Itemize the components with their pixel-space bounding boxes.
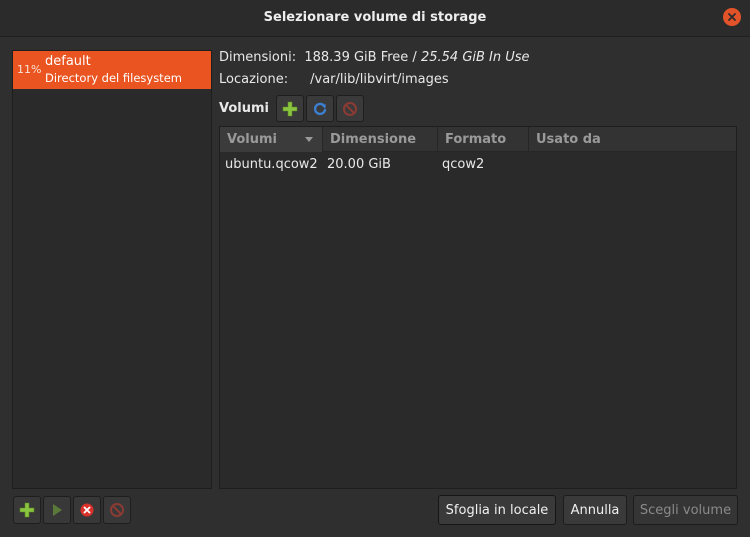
cancel-button[interactable]: Annulla xyxy=(563,495,627,525)
browse-local-button[interactable]: Sfoglia in locale xyxy=(438,495,556,525)
column-header-volumi[interactable]: Volumi xyxy=(220,127,323,152)
location-row: Locazione: /var/lib/libvirt/images xyxy=(219,72,449,87)
volume-size: 20.00 GiB xyxy=(327,157,391,172)
size-label: Dimensioni: xyxy=(219,50,297,65)
volume-table[interactable]: Volumi Dimensione Formato Usato da ubunt… xyxy=(219,126,737,489)
volume-format: qcow2 xyxy=(442,157,485,172)
add-pool-button[interactable] xyxy=(13,496,41,524)
close-button[interactable] xyxy=(723,8,741,26)
column-header-dimensione[interactable]: Dimensione xyxy=(323,127,438,152)
pool-list[interactable]: 11% default Directory del filesystem xyxy=(12,50,212,489)
pool-name: default xyxy=(45,54,91,69)
delete-pool-button[interactable] xyxy=(103,496,131,524)
stop-icon xyxy=(343,101,357,116)
column-header-formato[interactable]: Formato xyxy=(438,127,529,152)
volume-name: ubuntu.qcow2 xyxy=(225,157,318,172)
window-title: Selezionare volume di storage xyxy=(263,10,487,25)
title-bar: Selezionare volume di storage xyxy=(0,0,750,37)
pool-type: Directory del filesystem xyxy=(45,71,182,85)
start-pool-button[interactable] xyxy=(43,496,71,524)
pool-item-default[interactable]: 11% default Directory del filesystem xyxy=(13,51,211,89)
location-path: /var/lib/libvirt/images xyxy=(310,72,449,87)
volumes-heading: Volumi xyxy=(219,101,269,116)
pool-usage-percent: 11% xyxy=(17,63,42,76)
refresh-icon xyxy=(313,102,327,115)
sort-descending-icon xyxy=(305,137,313,142)
table-header: Volumi Dimensione Formato Usato da xyxy=(220,127,736,152)
play-icon xyxy=(53,504,62,516)
close-icon xyxy=(728,13,736,21)
location-label: Locazione: xyxy=(219,72,289,87)
choose-volume-button[interactable]: Scegli volume xyxy=(633,495,738,525)
plus-icon xyxy=(282,101,298,116)
column-header-label: Volumi xyxy=(227,132,277,147)
refresh-volumes-button[interactable] xyxy=(306,95,334,122)
free-space: 188.39 GiB Free / xyxy=(304,50,417,65)
table-row[interactable]: ubuntu.qcow2 20.00 GiB qcow2 xyxy=(220,153,736,177)
plus-icon xyxy=(19,502,35,518)
stop-pool-button[interactable] xyxy=(73,496,101,524)
size-row: Dimensioni: 188.39 GiB Free / 25.54 GiB … xyxy=(219,50,530,65)
add-volume-button[interactable] xyxy=(276,95,304,122)
stop-icon xyxy=(80,503,94,517)
delete-icon xyxy=(110,503,124,517)
in-use-space: 25.54 GiB In Use xyxy=(420,50,530,65)
delete-volume-button[interactable] xyxy=(336,95,364,122)
column-header-usato-da[interactable]: Usato da xyxy=(529,127,736,152)
